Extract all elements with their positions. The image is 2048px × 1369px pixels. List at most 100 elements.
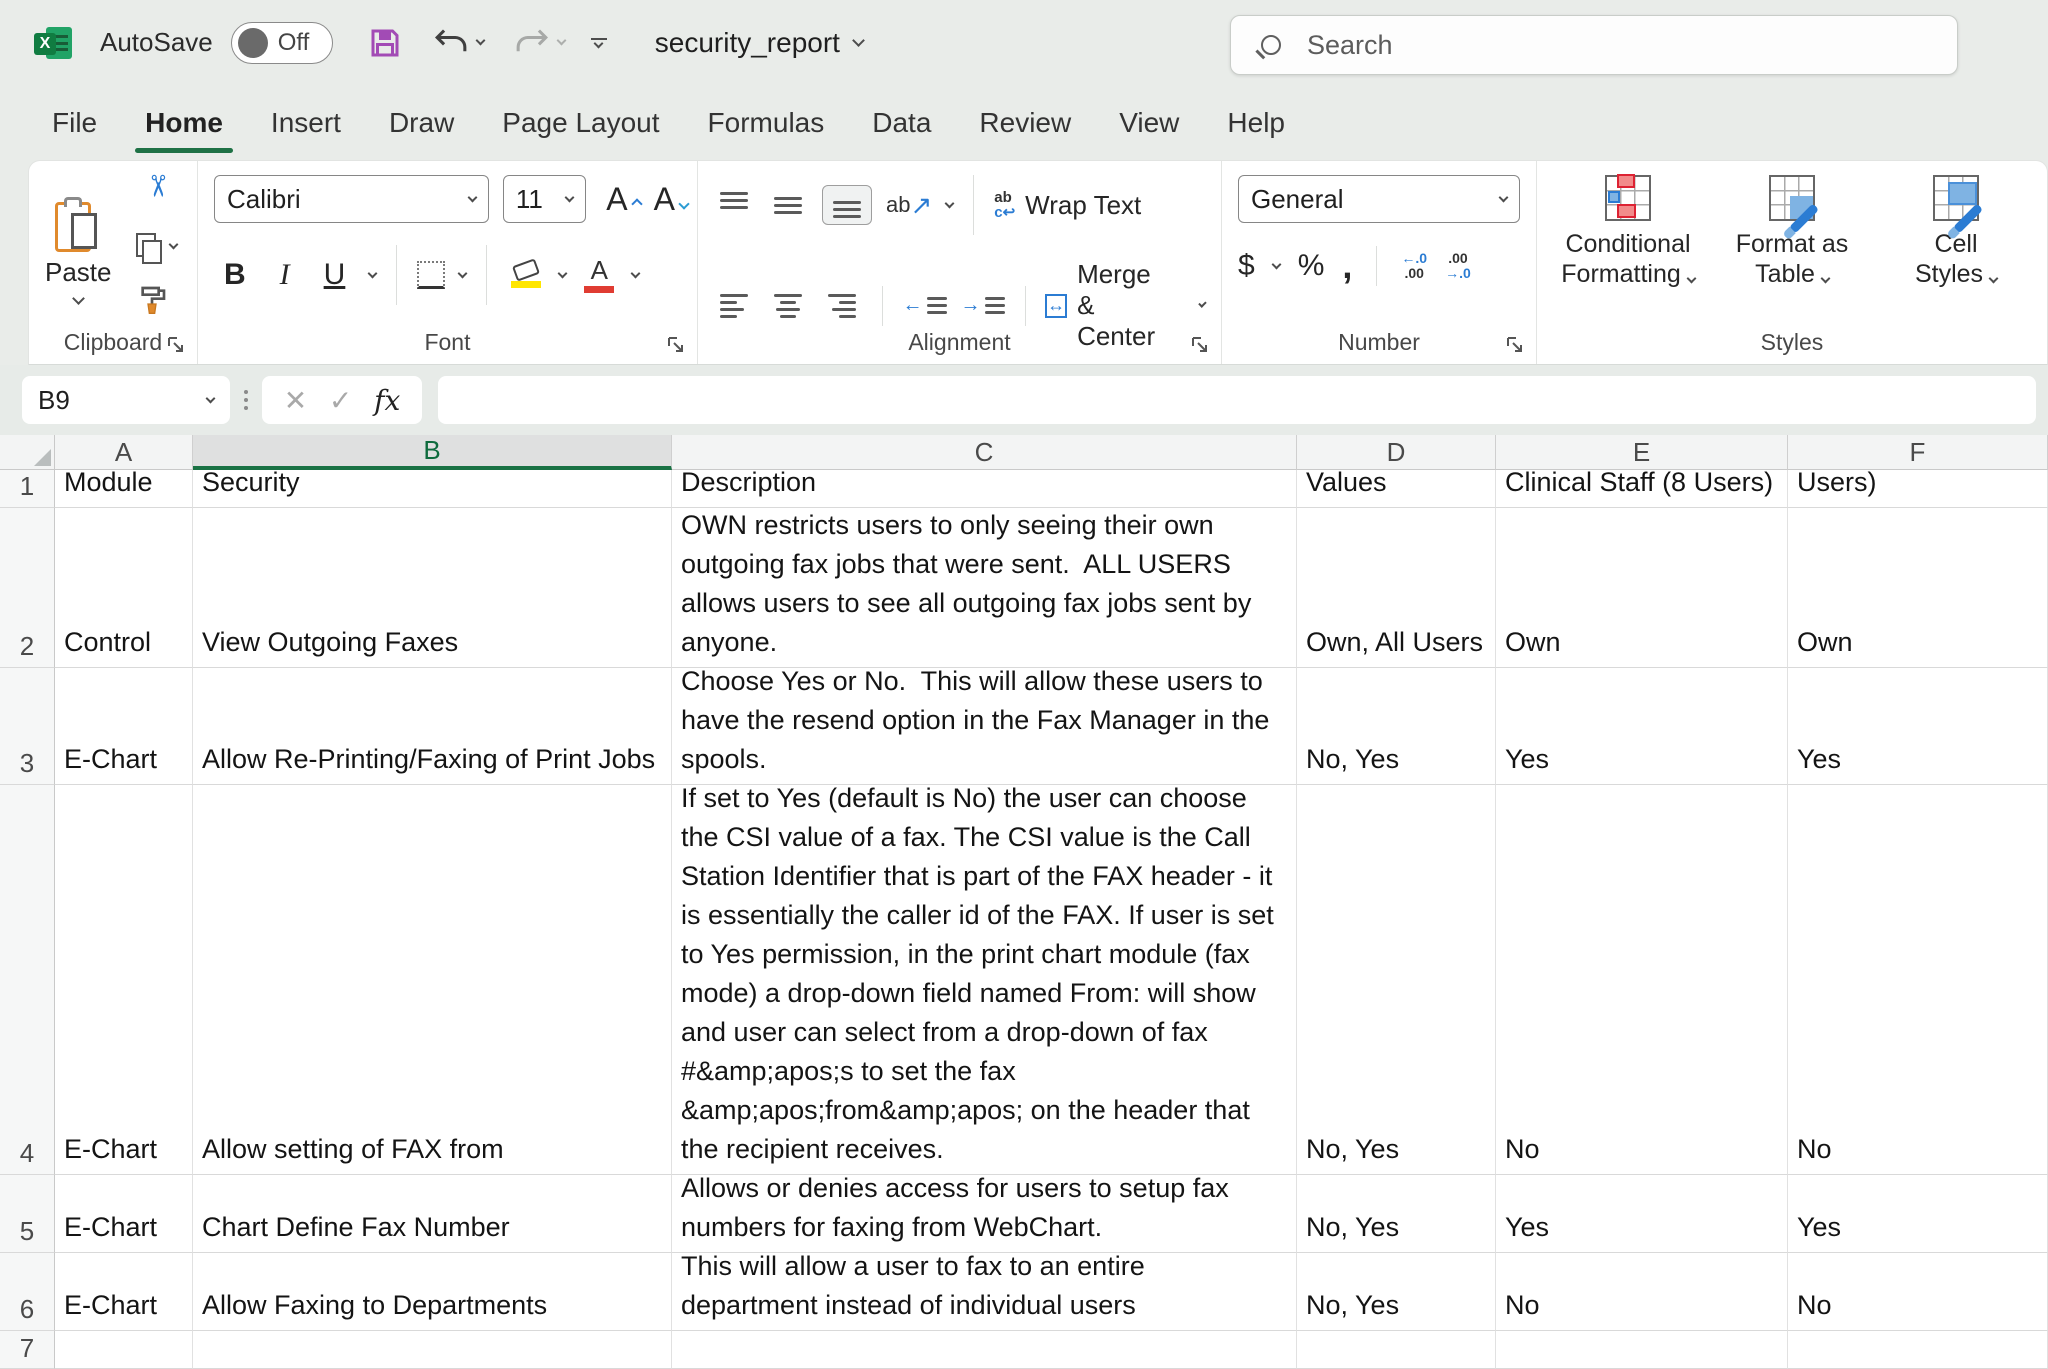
cell-c1[interactable]: Description: [672, 470, 1297, 508]
cell-d3[interactable]: No, Yes: [1297, 668, 1496, 785]
cell-b1[interactable]: Security: [193, 470, 672, 508]
cell-d1[interactable]: Values: [1297, 470, 1496, 508]
document-title[interactable]: security_report: [655, 27, 863, 59]
column-header-b[interactable]: B: [193, 435, 672, 470]
cell-e3[interactable]: Yes: [1496, 668, 1788, 785]
align-right-button[interactable]: [822, 288, 862, 324]
font-color-dropdown-icon[interactable]: [631, 268, 641, 278]
cell-a3[interactable]: E-Chart: [55, 668, 193, 785]
tab-insert[interactable]: Insert: [247, 85, 365, 160]
customize-toolbar-button[interactable]: [591, 38, 607, 47]
wrap-text-button[interactable]: abc↩ Wrap Text: [994, 190, 1141, 221]
increase-font-size-button[interactable]: A: [600, 181, 633, 218]
currency-button[interactable]: $: [1238, 249, 1255, 283]
tab-page-layout[interactable]: Page Layout: [478, 85, 683, 160]
align-center-button[interactable]: [768, 288, 808, 324]
orientation-dropdown-icon[interactable]: [945, 198, 955, 208]
align-left-button[interactable]: [714, 288, 754, 324]
redo-button[interactable]: [514, 28, 565, 58]
save-button[interactable]: [367, 25, 403, 61]
tab-formulas[interactable]: Formulas: [684, 85, 849, 160]
cell-b3[interactable]: Allow Re-Printing/Faxing of Print Jobs: [193, 668, 672, 785]
excel-logo-icon[interactable]: X: [34, 24, 72, 62]
cell-styles-button[interactable]: Cell Styles: [1881, 175, 2031, 289]
font-color-button[interactable]: A: [580, 257, 618, 293]
cell-a1[interactable]: Module: [55, 470, 193, 508]
document-title-dropdown-icon[interactable]: [852, 34, 865, 47]
select-all-button[interactable]: [0, 435, 55, 470]
tab-help[interactable]: Help: [1203, 85, 1309, 160]
clipboard-dialog-launcher-icon[interactable]: [167, 336, 185, 354]
cell-a2[interactable]: Control: [55, 508, 193, 668]
row-header-7[interactable]: 7: [0, 1331, 55, 1369]
cell-e2[interactable]: Own: [1496, 508, 1788, 668]
alignment-dialog-launcher-icon[interactable]: [1191, 336, 1209, 354]
cell-c3[interactable]: Choose Yes or No. This will allow these …: [672, 668, 1297, 785]
row-header-5[interactable]: 5: [0, 1175, 55, 1253]
row-header-2[interactable]: 2: [0, 508, 55, 668]
tab-review[interactable]: Review: [955, 85, 1095, 160]
tab-draw[interactable]: Draw: [365, 85, 478, 160]
column-header-e[interactable]: E: [1496, 435, 1788, 470]
orientation-button[interactable]: ab↗: [886, 190, 932, 221]
cell-a5[interactable]: E-Chart: [55, 1175, 193, 1253]
tab-home[interactable]: Home: [121, 85, 247, 160]
cell-e6[interactable]: No: [1496, 1253, 1788, 1331]
undo-dropdown-icon[interactable]: [475, 36, 485, 46]
cell-c2[interactable]: OWN restricts users to only seeing their…: [672, 508, 1297, 668]
cell-a4[interactable]: E-Chart: [55, 785, 193, 1175]
autosave-toggle[interactable]: Off: [231, 22, 333, 64]
cell-f6[interactable]: No: [1788, 1253, 2048, 1331]
cell-e5[interactable]: Yes: [1496, 1175, 1788, 1253]
undo-button[interactable]: [433, 28, 484, 58]
cell-f2[interactable]: Own: [1788, 508, 2048, 668]
decrease-decimal-button[interactable]: .00→.0: [1445, 251, 1471, 281]
cut-icon[interactable]: ✂: [141, 174, 171, 215]
cell-e4[interactable]: No: [1496, 785, 1788, 1175]
paste-button[interactable]: Paste: [45, 197, 112, 303]
cell-f3[interactable]: Yes: [1788, 668, 2048, 785]
bold-button[interactable]: B: [214, 256, 256, 294]
enter-icon[interactable]: ✓: [329, 384, 352, 417]
cell-f7[interactable]: [1788, 1331, 2048, 1369]
cell-a7[interactable]: [55, 1331, 193, 1369]
cell-b7[interactable]: [193, 1331, 672, 1369]
align-bottom-button[interactable]: [822, 185, 872, 225]
row-header-6[interactable]: 6: [0, 1253, 55, 1331]
row-header-1[interactable]: 1: [0, 470, 55, 508]
paste-dropdown-icon[interactable]: [72, 292, 85, 305]
align-middle-button[interactable]: [768, 186, 808, 224]
formula-input[interactable]: [438, 376, 2036, 424]
cell-d4[interactable]: No, Yes: [1297, 785, 1496, 1175]
copy-icon[interactable]: [136, 233, 160, 261]
underline-button[interactable]: U: [314, 256, 356, 294]
number-format-select[interactable]: General: [1238, 175, 1520, 223]
cell-b5[interactable]: Chart Define Fax Number: [193, 1175, 672, 1253]
decrease-font-size-button[interactable]: A: [648, 181, 681, 218]
column-header-f[interactable]: F: [1788, 435, 2048, 470]
fill-color-button[interactable]: [507, 262, 545, 288]
cell-b4[interactable]: Allow setting of FAX from: [193, 785, 672, 1175]
tab-file[interactable]: File: [28, 85, 121, 160]
tab-data[interactable]: Data: [848, 85, 955, 160]
number-dialog-launcher-icon[interactable]: [1506, 336, 1524, 354]
cell-f1[interactable]: Physicians (1 Users): [1788, 470, 2048, 508]
format-painter-button[interactable]: [136, 284, 177, 321]
search-input[interactable]: Search: [1230, 15, 1958, 75]
column-header-d[interactable]: D: [1297, 435, 1496, 470]
column-header-a[interactable]: A: [55, 435, 193, 470]
cell-e7[interactable]: [1496, 1331, 1788, 1369]
fill-color-dropdown-icon[interactable]: [558, 268, 568, 278]
font-name-select[interactable]: Calibri: [214, 175, 489, 223]
cell-d7[interactable]: [1297, 1331, 1496, 1369]
decrease-indent-button[interactable]: ←: [903, 294, 947, 317]
cell-c4[interactable]: If set to Yes (default is No) the user c…: [672, 785, 1297, 1175]
name-box[interactable]: B9: [22, 376, 230, 424]
cell-c6[interactable]: This will allow a user to fax to an enti…: [672, 1253, 1297, 1331]
cancel-icon[interactable]: ✕: [284, 384, 307, 417]
cell-f4[interactable]: No: [1788, 785, 2048, 1175]
row-header-3[interactable]: 3: [0, 668, 55, 785]
conditional-formatting-button[interactable]: Conditional Formatting: [1553, 175, 1703, 289]
format-as-table-button[interactable]: Format as Table: [1717, 175, 1867, 289]
column-header-c[interactable]: C: [672, 435, 1297, 470]
